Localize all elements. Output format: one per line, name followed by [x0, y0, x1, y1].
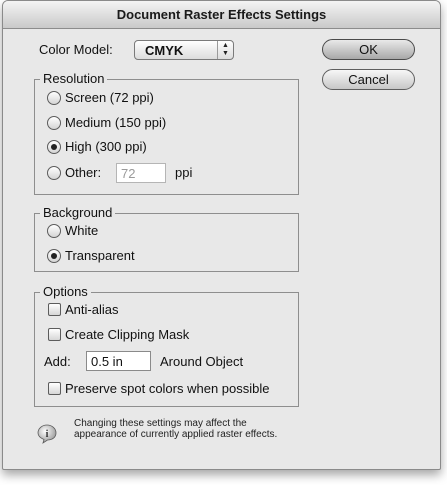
cancel-button[interactable]: Cancel — [322, 69, 415, 90]
radio-medium[interactable] — [47, 116, 61, 130]
radio-screen-label: Screen (72 ppi) — [65, 90, 154, 105]
anti-alias-checkbox[interactable] — [48, 303, 61, 316]
color-model-value: CMYK — [145, 43, 184, 58]
radio-screen[interactable] — [47, 91, 61, 105]
options-title: Options — [40, 284, 91, 299]
dialog-window: Document Raster Effects Settings Color M… — [2, 0, 441, 470]
clipping-mask-checkbox[interactable] — [48, 328, 61, 341]
ok-button[interactable]: OK — [322, 39, 415, 60]
clipping-mask-label: Create Clipping Mask — [65, 327, 190, 342]
info-icon: i — [37, 424, 57, 444]
background-group — [34, 213, 299, 272]
resolution-title: Resolution — [40, 71, 108, 86]
around-object-label: Around Object — [160, 354, 244, 369]
svg-text:i: i — [46, 429, 49, 440]
radio-white[interactable] — [47, 224, 61, 238]
add-amount-field[interactable]: 0.5 in — [86, 351, 151, 371]
radio-transparent[interactable] — [47, 249, 61, 263]
color-model-label: Color Model: — [39, 42, 113, 57]
radio-other-label: Other: — [65, 165, 102, 180]
chevron-updown-icon: ▲ ▼ — [217, 41, 233, 59]
color-model-select[interactable]: CMYK ▲ ▼ — [134, 40, 234, 60]
other-ppi-field[interactable]: 72 — [116, 163, 166, 183]
preserve-spot-checkbox[interactable] — [48, 382, 61, 395]
radio-high-label: High (300 ppi) — [65, 139, 147, 154]
anti-alias-label: Anti-alias — [65, 302, 119, 317]
radio-white-label: White — [65, 223, 99, 238]
radio-medium-label: Medium (150 ppi) — [65, 115, 167, 130]
radio-high[interactable] — [47, 140, 61, 154]
radio-transparent-label: Transparent — [65, 248, 135, 263]
background-title: Background — [40, 205, 116, 220]
add-label: Add: — [44, 354, 71, 369]
info-note: Changing these settings may affect the a… — [74, 418, 278, 440]
radio-other[interactable] — [47, 166, 61, 180]
ppi-unit-label: ppi — [175, 165, 193, 180]
window-title: Document Raster Effects Settings — [3, 1, 440, 29]
preserve-spot-label: Preserve spot colors when possible — [65, 381, 270, 396]
